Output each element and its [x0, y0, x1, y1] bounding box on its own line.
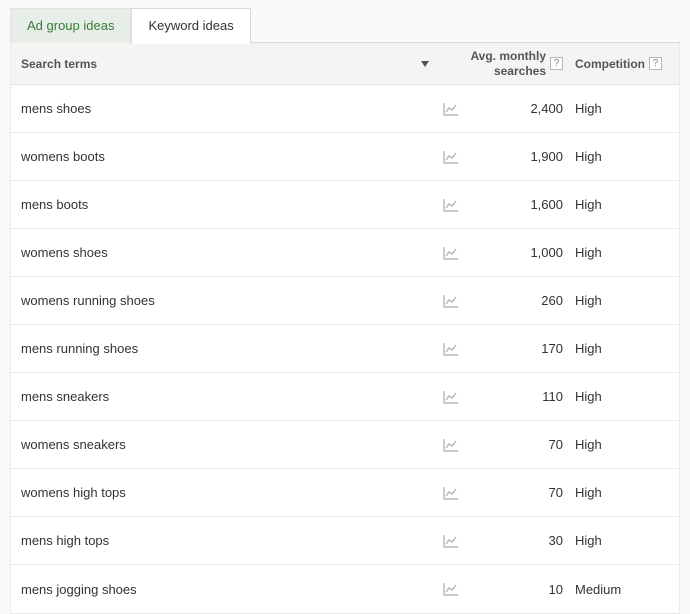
avg-monthly-value: 70: [503, 437, 563, 452]
keyword-term: womens sneakers: [11, 437, 439, 452]
avg-monthly-value: 110: [503, 389, 563, 404]
chart-icon[interactable]: [443, 486, 459, 500]
table-row[interactable]: mens running shoes 170 High: [11, 325, 679, 373]
tabs: Ad group ideas Keyword ideas: [10, 8, 680, 43]
competition-value: High: [569, 197, 679, 212]
column-avg-monthly-label: Avg. monthly searches: [470, 49, 546, 78]
keyword-term: mens high tops: [11, 533, 439, 548]
avg-monthly-value: 10: [503, 582, 563, 597]
competition-value: High: [569, 149, 679, 164]
avg-monthly-value: 170: [503, 341, 563, 356]
keyword-term: mens jogging shoes: [11, 582, 439, 597]
tab-keyword-ideas[interactable]: Keyword ideas: [131, 8, 250, 44]
avg-monthly-value: 70: [503, 485, 563, 500]
results-panel: Search terms Avg. monthly searches ? Com…: [10, 43, 680, 614]
tab-ad-group-ideas[interactable]: Ad group ideas: [10, 8, 131, 43]
table-row[interactable]: womens running shoes 260 High: [11, 277, 679, 325]
table-body: mens shoes 2,400 High womens boots 1,900: [11, 85, 679, 613]
avg-monthly-value: 260: [503, 293, 563, 308]
chart-icon[interactable]: [443, 198, 459, 212]
table-row[interactable]: womens boots 1,900 High: [11, 133, 679, 181]
keyword-term: mens boots: [11, 197, 439, 212]
column-search-terms-label: Search terms: [21, 57, 97, 71]
chart-icon[interactable]: [443, 582, 459, 596]
keyword-term: mens running shoes: [11, 341, 439, 356]
competition-value: High: [569, 437, 679, 452]
table-header: Search terms Avg. monthly searches ? Com…: [11, 43, 679, 85]
competition-value: High: [569, 341, 679, 356]
keyword-term: womens shoes: [11, 245, 439, 260]
table-row[interactable]: womens sneakers 70 High: [11, 421, 679, 469]
chart-icon[interactable]: [443, 150, 459, 164]
table-row[interactable]: mens boots 1,600 High: [11, 181, 679, 229]
chart-icon[interactable]: [443, 102, 459, 116]
column-competition-label: Competition: [575, 57, 645, 71]
competition-value: High: [569, 245, 679, 260]
competition-value: High: [569, 101, 679, 116]
table-row[interactable]: mens high tops 30 High: [11, 517, 679, 565]
table-row[interactable]: mens shoes 2,400 High: [11, 85, 679, 133]
competition-value: Medium: [569, 582, 679, 597]
chart-icon[interactable]: [443, 246, 459, 260]
avg-monthly-value: 1,600: [503, 197, 563, 212]
keyword-term: mens shoes: [11, 101, 439, 116]
sort-desc-icon: [421, 61, 429, 67]
avg-monthly-value: 1,900: [503, 149, 563, 164]
column-search-terms[interactable]: Search terms: [11, 57, 439, 71]
table-row[interactable]: womens shoes 1,000 High: [11, 229, 679, 277]
chart-icon[interactable]: [443, 534, 459, 548]
help-icon[interactable]: ?: [550, 57, 563, 70]
keyword-term: womens boots: [11, 149, 439, 164]
avg-monthly-value: 1,000: [503, 245, 563, 260]
keyword-term: womens running shoes: [11, 293, 439, 308]
table-row[interactable]: mens jogging shoes 10 Medium: [11, 565, 679, 613]
table-row[interactable]: womens high tops 70 High: [11, 469, 679, 517]
competition-value: High: [569, 389, 679, 404]
avg-monthly-value: 2,400: [503, 101, 563, 116]
competition-value: High: [569, 533, 679, 548]
column-competition[interactable]: Competition ?: [569, 57, 679, 71]
tab-underline: [251, 42, 680, 43]
table-row[interactable]: mens sneakers 110 High: [11, 373, 679, 421]
competition-value: High: [569, 485, 679, 500]
chart-icon[interactable]: [443, 438, 459, 452]
chart-icon[interactable]: [443, 342, 459, 356]
keyword-term: womens high tops: [11, 485, 439, 500]
chart-icon[interactable]: [443, 294, 459, 308]
keyword-term: mens sneakers: [11, 389, 439, 404]
help-icon[interactable]: ?: [649, 57, 662, 70]
column-avg-monthly[interactable]: Avg. monthly searches ?: [439, 49, 569, 78]
competition-value: High: [569, 293, 679, 308]
avg-monthly-value: 30: [503, 533, 563, 548]
chart-icon[interactable]: [443, 390, 459, 404]
